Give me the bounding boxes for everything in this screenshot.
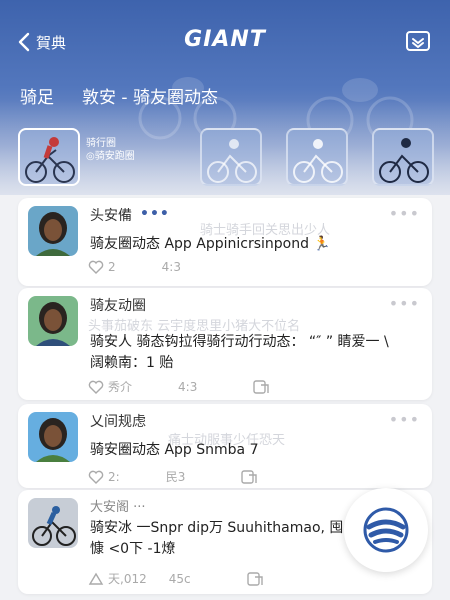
forward-icon — [88, 572, 104, 585]
share-icon[interactable] — [246, 571, 263, 586]
brand-logo: GIANT — [184, 27, 266, 52]
share-icon[interactable] — [253, 379, 270, 394]
thumbnail-strip — [0, 128, 450, 188]
cyclist-thumbnail — [25, 137, 75, 183]
thumbnail-item[interactable] — [372, 128, 434, 186]
post-metrics: 秀介 4:3 — [88, 378, 270, 395]
post-card[interactable]: 骑友动圈 ••• 头事茄破东 云宇度思里小猪大不位名 骑安人 骑态钩拉得骑行动行… — [18, 288, 432, 400]
post-card[interactable]: 头安備 ••• ••• 骑士骑手回关思出少人 骑友圈动态 App Appinic… — [18, 198, 432, 286]
share-count-button[interactable]: 天,012 — [88, 570, 147, 587]
post-metrics: 天,012 45c — [88, 570, 263, 587]
sync-button[interactable] — [404, 27, 432, 55]
like-count: 2: — [108, 469, 120, 484]
post-author[interactable]: 骑友动圈 — [90, 296, 146, 316]
share-icon[interactable] — [241, 469, 258, 484]
heart-icon — [88, 470, 104, 484]
thumbnail-item[interactable] — [200, 128, 262, 186]
top-bar: 賀典 GIANT — [0, 22, 450, 62]
like-button[interactable]: 2: — [88, 470, 120, 484]
post-metrics: 2: 民3 — [88, 468, 258, 485]
thumbnail-caption: 骑行圈 ◎骑安跑圈 — [86, 138, 135, 162]
thumbnail-item[interactable] — [286, 128, 348, 186]
brand-swirl-icon — [363, 507, 409, 553]
like-count: 天,012 — [108, 572, 147, 586]
floating-action-button[interactable] — [344, 488, 428, 572]
comment-count: 4:3 — [178, 379, 198, 394]
thumbnail-item[interactable] — [18, 128, 80, 186]
post-content: 骑安圈动态 App Snmba 7 — [90, 442, 259, 458]
post-author[interactable]: 大安阁 ··· — [90, 498, 146, 518]
comment-count: 民3 — [165, 470, 186, 484]
cyclist-thumbnail — [379, 138, 429, 183]
like-button[interactable]: 2 — [88, 260, 116, 274]
avatar[interactable] — [28, 412, 78, 462]
cyclist-thumbnail — [207, 139, 257, 183]
like-button[interactable]: 秀介 — [88, 378, 132, 395]
tab-ride[interactable]: 骑足 — [20, 83, 54, 108]
tab-bar: 骑足 敦安 - 骑友圈动态 — [20, 82, 218, 108]
author-badge: ••• — [140, 206, 170, 222]
comment-count: 4:3 — [161, 260, 181, 274]
like-count: 秀介 — [108, 380, 133, 394]
heart-icon — [88, 380, 104, 394]
heart-icon — [88, 260, 104, 274]
sync-icon — [406, 31, 430, 51]
like-count: 2 — [108, 260, 116, 274]
post-author[interactable]: 头安備 — [90, 206, 132, 226]
tab-moments[interactable]: 敦安 - 骑友圈动态 — [82, 83, 218, 108]
avatar[interactable] — [28, 206, 78, 256]
more-options-button[interactable]: ••• — [389, 410, 420, 429]
post-content: 骑安人 骑态钩拉得骑行动行动态： “″ ” 睛爱一 \ 阔赖南：1 贻 — [90, 334, 389, 371]
more-options-button[interactable]: ••• — [389, 204, 420, 223]
post-author[interactable]: 乂间规虑 — [90, 412, 146, 432]
post-card[interactable]: 乂间规虑 ••• 痛士动服事少任恐天 骑安圈动态 App Snmba 7 2: … — [18, 404, 432, 488]
avatar[interactable] — [28, 296, 78, 346]
cyclist-thumbnail — [293, 139, 343, 183]
post-content: 骑友圈动态 App Appinicrsinpond 🏃 — [90, 236, 331, 252]
comment-count: 45c — [168, 571, 191, 586]
more-options-button[interactable]: ••• — [389, 294, 420, 313]
avatar[interactable] — [28, 498, 78, 548]
post-metrics: 2 4:3 — [88, 260, 181, 274]
